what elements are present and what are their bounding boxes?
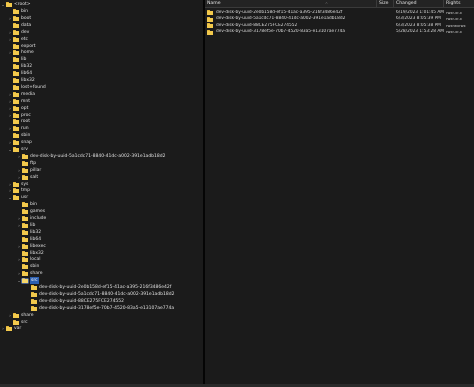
expand-chevron-icon[interactable]: › (1, 325, 5, 332)
folder-icon (22, 243, 28, 249)
folder-icon (22, 271, 28, 277)
folder-icon (207, 23, 213, 29)
folder-icon (13, 9, 19, 14)
collapse-chevron-icon[interactable]: ⌄ (1, 1, 5, 8)
tree-item-label: salt (30, 174, 39, 180)
folder-icon (13, 64, 19, 70)
folder-icon (13, 71, 19, 77)
directory-tree-pane[interactable]: ⌄ <root> bin › boot data › dev › etc export › home… (0, 0, 203, 387)
column-header-changed[interactable]: Changed (394, 0, 444, 8)
folder-icon (6, 326, 12, 332)
folder-icon (31, 285, 37, 290)
folder-icon (13, 78, 19, 83)
file-size (377, 23, 394, 30)
folder-icon (13, 91, 19, 97)
file-name-cell: dev-disk-by-uuid-2e0b158d-ef15-41ac-a395… (207, 10, 375, 17)
folder-icon (13, 29, 19, 35)
tree-root-label: <root> (14, 2, 31, 7)
collapse-chevron-icon[interactable]: ⌄ (8, 146, 12, 153)
folder-icon (13, 195, 19, 201)
file-changed: 6/19/2023 1:01:45 AM (396, 9, 444, 15)
file-name-cell: dev-disk-by-uuid-88CE275FCE274552 (207, 23, 375, 30)
folder-icon (13, 43, 19, 49)
folder-icon (13, 50, 19, 56)
collapse-chevron-icon[interactable]: ⌄ (8, 194, 12, 201)
collapse-chevron-icon[interactable]: ⌄ (17, 277, 21, 284)
file-changed: 6/3/2023 8:05:38 PM (396, 22, 441, 28)
list-header: Name ^ Size Changed Rights (205, 0, 474, 8)
file-changed: 6/3/2023 8:05:39 PM (396, 16, 441, 22)
folder-icon (13, 188, 19, 194)
folder-icon (207, 10, 213, 16)
file-rights: rwxr-xr-x (446, 17, 462, 22)
file-rights: rwxr-xr-x (446, 30, 462, 35)
file-row[interactable]: dev-disk-by-uuid-5a1cdc71-8840-41dc-a002… (205, 16, 474, 23)
folder-icon (22, 278, 28, 284)
folder-icon (13, 312, 19, 318)
file-rights: rwxrwxrwx (446, 23, 466, 28)
folder-icon (13, 15, 19, 21)
folder-icon (31, 305, 37, 311)
tree-item-label: dev-disk-by-uuid-5a1cdc71-8840-41dc-a002… (30, 153, 166, 159)
folder-icon (207, 16, 213, 22)
folder-icon (13, 147, 19, 152)
file-row[interactable]: dev-disk-by-uuid-3178ef5e-70b7-4520-83a5… (205, 29, 474, 36)
sort-ascending-icon: ^ (325, 2, 328, 6)
folder-icon (22, 160, 28, 166)
folder-icon (22, 153, 28, 159)
file-changed: 5/28/2023 1:53:28 AM (396, 29, 444, 35)
file-row[interactable]: dev-disk-by-uuid-88CE275FCE274552 6/3/202… (205, 23, 474, 30)
file-name: dev-disk-by-uuid-3178ef5e-70b7-4520-83a5… (216, 29, 346, 35)
folder-icon (22, 216, 28, 221)
tree-item[interactable]: › var (1, 325, 21, 332)
folder-icon (13, 319, 19, 325)
folder-icon (22, 202, 28, 208)
folder-icon (13, 181, 19, 187)
tree-item-label: src (21, 319, 28, 325)
folder-icon (22, 222, 28, 228)
file-name: dev-disk-by-uuid-5a1cdc71-8840-41dc-a002… (216, 16, 346, 22)
file-name-cell: dev-disk-by-uuid-3178ef5e-70b7-4520-83a5… (207, 29, 375, 36)
file-size (377, 16, 394, 23)
column-header-size[interactable]: Size (377, 0, 394, 8)
folder-icon (22, 174, 28, 180)
folder-icon (13, 112, 19, 118)
tree-root[interactable]: ⌄ <root> (1, 1, 31, 8)
file-size (377, 29, 394, 36)
file-list-pane[interactable]: Name ^ Size Changed Rights dev-disk-by-uu… (205, 0, 474, 387)
folder-icon (13, 57, 19, 63)
file-name: dev-disk-by-uuid-88CE275FCE274552 (216, 22, 298, 28)
column-header-name[interactable]: Name ^ (205, 0, 377, 8)
folder-icon (207, 30, 213, 36)
tree-item[interactable]: dev-disk-by-uuid-3178ef5e-70b7-4520-83a5… (26, 305, 174, 312)
folder-icon (13, 105, 19, 111)
folder-icon (22, 236, 28, 242)
folder-icon (13, 84, 19, 90)
folder-icon (22, 167, 28, 173)
file-size (377, 10, 394, 17)
folder-icon (22, 264, 28, 270)
column-header-rights[interactable]: Rights (444, 0, 474, 8)
folder-icon (13, 22, 19, 28)
folder-icon (31, 291, 37, 297)
folder-icon (22, 250, 28, 256)
folder-icon (6, 2, 12, 7)
folder-icon (22, 257, 28, 263)
file-row[interactable]: dev-disk-by-uuid-2e0b158d-ef15-41ac-a395… (205, 10, 474, 17)
tree-item-label: dev-disk-by-uuid-3178ef5e-70b7-4520-83a5… (39, 305, 175, 311)
folder-icon (13, 119, 19, 125)
folder-icon (13, 133, 19, 139)
folder-icon (13, 140, 19, 146)
tree-item-label: var (14, 326, 22, 332)
folder-icon (13, 126, 19, 132)
file-rights: rwxr-xr-x (446, 10, 462, 15)
folder-icon (13, 36, 19, 42)
folder-icon (22, 209, 28, 215)
file-name: dev-disk-by-uuid-2e0b158d-ef15-41ac-a395… (216, 9, 343, 15)
folder-icon (31, 298, 37, 304)
folder-icon (22, 229, 28, 235)
file-name-cell: dev-disk-by-uuid-5a1cdc71-8840-41dc-a002… (207, 16, 375, 23)
folder-icon (13, 98, 19, 104)
tree-item[interactable]: › dev-disk-by-uuid-5a1cdc71-8840-41dc-a00… (17, 153, 165, 160)
